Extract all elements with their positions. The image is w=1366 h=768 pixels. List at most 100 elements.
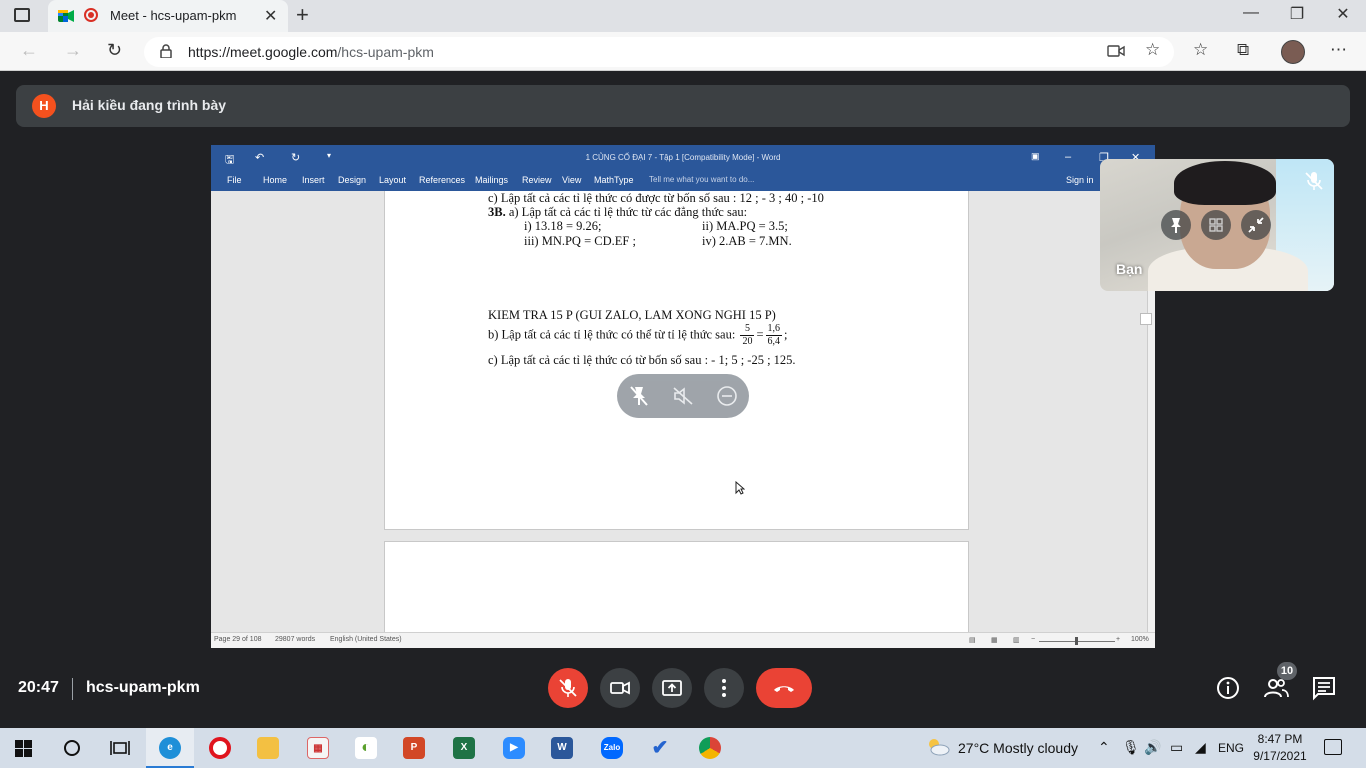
meeting-details-icon[interactable] bbox=[1214, 674, 1242, 702]
status-page: Page 29 of 108 bbox=[214, 636, 262, 643]
participant-count-badge: 10 bbox=[1277, 662, 1297, 680]
taskbar-app-word[interactable]: W bbox=[538, 728, 586, 768]
doc-line-3b: 3B. a) Lập tất cả các tỉ lệ thức từ các … bbox=[488, 205, 747, 220]
collapse-icon bbox=[1248, 217, 1264, 233]
microphone-tray-icon[interactable]: 🎙 bbox=[1122, 739, 1140, 756]
unpin-icon[interactable] bbox=[627, 384, 651, 408]
favorites-icon[interactable]: ☆ bbox=[1193, 40, 1208, 60]
doc-item-ii: ii) MA.PQ = 3.5; bbox=[702, 219, 788, 233]
chat-icon[interactable] bbox=[1310, 674, 1338, 702]
word-minimize-icon: – bbox=[1065, 151, 1072, 163]
doc-line-b-end: ; bbox=[784, 327, 788, 342]
taskbar-app-todo[interactable]: ✔ bbox=[636, 728, 684, 768]
more-menu-icon[interactable]: ⋯ bbox=[1330, 40, 1347, 60]
window-close-icon[interactable]: ✕ bbox=[1320, 4, 1366, 24]
profile-avatar[interactable] bbox=[1281, 40, 1305, 64]
doc-line-b: b) Lập tất cả các tỉ lệ thức có thể từ t… bbox=[488, 323, 787, 348]
opera-icon bbox=[209, 737, 231, 759]
url-text: https://meet.google.com/hcs-upam-pkm bbox=[188, 44, 434, 60]
add-favorite-icon[interactable]: ☆ bbox=[1145, 40, 1160, 60]
taskbar-app-green[interactable]: ◐ bbox=[342, 728, 390, 768]
word-ribbon-tabs: File Home Insert Design Layout Reference… bbox=[211, 171, 1155, 191]
todo-check-icon: ✔ bbox=[651, 737, 669, 759]
tile-layout-button[interactable] bbox=[1201, 210, 1231, 240]
present-now-button[interactable] bbox=[652, 668, 692, 708]
present-screen-icon bbox=[662, 680, 682, 696]
clock-date: 9/17/2021 bbox=[1253, 749, 1307, 763]
meet-favicon-icon bbox=[58, 10, 74, 22]
reload-icon[interactable]: ↻ bbox=[107, 40, 122, 61]
taskbar-app-zalo[interactable]: Zalo bbox=[588, 728, 636, 768]
word-tab-home: Home bbox=[263, 175, 288, 185]
input-language[interactable]: ENG bbox=[1218, 741, 1244, 755]
pin-tile-button[interactable] bbox=[1161, 210, 1191, 240]
search-icon[interactable] bbox=[62, 738, 82, 758]
pin-icon bbox=[1171, 218, 1181, 233]
fraction-1-numerator: 5 bbox=[740, 323, 755, 336]
address-bar-row: ← → ↻ https://meet.google.com/hcs-upam-p… bbox=[0, 32, 1366, 71]
chrome-icon bbox=[699, 737, 721, 759]
tab-close-icon[interactable]: ✕ bbox=[264, 6, 277, 26]
fraction-2-denominator: 6,4 bbox=[767, 336, 781, 347]
microphone-button[interactable] bbox=[548, 668, 588, 708]
collections-icon[interactable]: ⧉ bbox=[1237, 40, 1249, 60]
back-icon[interactable]: ← bbox=[20, 40, 38, 61]
minimize-tile-button[interactable] bbox=[1241, 210, 1271, 240]
recording-indicator-icon bbox=[84, 8, 98, 22]
taskbar-app-excel[interactable]: X bbox=[440, 728, 488, 768]
taskbar-app-zoom[interactable]: ▶ bbox=[490, 728, 538, 768]
url-host: https://meet.google.com bbox=[188, 44, 338, 60]
presentation-tile-controls bbox=[617, 374, 749, 418]
leave-call-button[interactable] bbox=[756, 668, 812, 708]
show-hidden-icons[interactable]: ⌃ bbox=[1098, 739, 1110, 756]
word-status-bar: Page 29 of 108 29807 words English (Unit… bbox=[211, 632, 1155, 648]
taskbar-app-red[interactable]: ▦ bbox=[294, 728, 342, 768]
more-options-button[interactable] bbox=[704, 668, 744, 708]
weather-cloudy-icon[interactable] bbox=[926, 737, 950, 757]
new-tab-icon[interactable]: + bbox=[296, 2, 309, 28]
url-field[interactable]: https://meet.google.com/hcs-upam-pkm bbox=[144, 37, 1174, 67]
windows-start-icon[interactable] bbox=[15, 740, 32, 757]
taskbar-app-edge[interactable]: e bbox=[146, 728, 194, 768]
url-path: /hcs-upam-pkm bbox=[337, 44, 434, 60]
word-title: 1 CỦNG CỐ ĐẠI 7 - Tập 1 [Compatibility M… bbox=[585, 153, 781, 162]
document-page: c) Lập tất cả các tỉ lệ thức có được từ … bbox=[384, 191, 969, 530]
equals-sign: = bbox=[756, 327, 764, 342]
notifications-icon[interactable] bbox=[1324, 739, 1342, 755]
minimize-icon[interactable]: — bbox=[1228, 4, 1274, 22]
browser-tab-meet[interactable]: Meet - hcs-upam-pkm ✕ bbox=[48, 0, 288, 32]
remove-tile-icon[interactable] bbox=[715, 384, 739, 408]
taskbar-app-chrome[interactable] bbox=[686, 728, 734, 768]
word-tab-layout: Layout bbox=[379, 175, 407, 185]
zoom-icon: ▶ bbox=[503, 737, 525, 759]
windows-taskbar: e ▦ ◐ P X ▶ W Zalo ✔ 27°C Mostly cloudy … bbox=[0, 728, 1366, 768]
mic-off-icon bbox=[559, 679, 577, 697]
doc-line-c1: c) Lập tất cả các tỉ lệ thức có được từ … bbox=[488, 191, 824, 205]
battery-icon[interactable]: ▭ bbox=[1170, 739, 1183, 756]
camera-button[interactable] bbox=[600, 668, 640, 708]
taskbar-app-file-explorer[interactable] bbox=[244, 728, 292, 768]
word-tab-mathtype: MathType bbox=[594, 175, 634, 185]
wifi-icon[interactable]: ◢ bbox=[1195, 739, 1206, 756]
task-view-icon[interactable] bbox=[110, 738, 130, 758]
status-language: English (United States) bbox=[330, 636, 402, 643]
taskbar-clock[interactable]: 8:47 PM 9/17/2021 bbox=[1250, 731, 1310, 765]
tab-actions-icon[interactable] bbox=[14, 8, 30, 22]
word-tell-me: Tell me what you want to do... bbox=[649, 175, 755, 184]
tab-title: Meet - hcs-upam-pkm bbox=[110, 8, 237, 23]
volume-icon[interactable]: 🔊 bbox=[1144, 739, 1161, 756]
presenter-bar: H Hải kiều đang trình bày bbox=[16, 85, 1350, 127]
meet-control-bar: 20:47 hcs-upam-pkm 10 bbox=[0, 660, 1366, 728]
mute-presentation-audio-icon[interactable] bbox=[671, 384, 695, 408]
taskbar-app-opera[interactable] bbox=[196, 728, 244, 768]
camera-permission-icon[interactable] bbox=[1107, 44, 1125, 58]
weather-text[interactable]: 27°C Mostly cloudy bbox=[958, 740, 1078, 756]
fraction-1-denominator: 20 bbox=[742, 336, 753, 347]
green-app-icon: ◐ bbox=[355, 737, 377, 759]
self-view-tile[interactable]: Bạn bbox=[1100, 159, 1334, 291]
taskbar-app-powerpoint[interactable]: P bbox=[390, 728, 438, 768]
forward-icon[interactable]: → bbox=[64, 40, 82, 61]
restore-icon[interactable]: ❐ bbox=[1274, 4, 1320, 24]
more-vert-icon bbox=[722, 679, 726, 697]
status-words: 29807 words bbox=[275, 636, 316, 643]
